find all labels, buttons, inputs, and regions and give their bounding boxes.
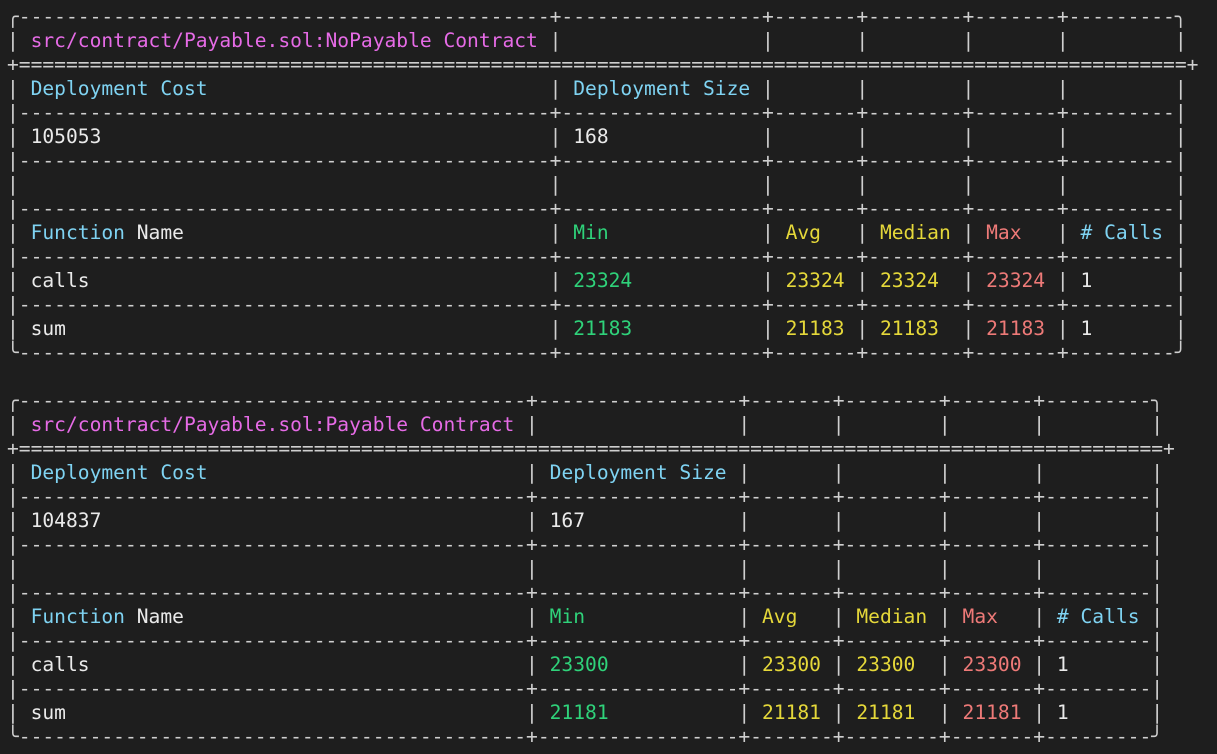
table-1-header-avg: Avg (785, 221, 821, 244)
table-2-header-calls: # Calls (1056, 605, 1140, 628)
table-2-empty-row: | | | | | | | (7, 557, 1164, 580)
calls-value: 1 (1056, 653, 1069, 676)
table-1-title-separator: +=======================================… (7, 53, 1199, 76)
median-value: 21183 (879, 317, 939, 340)
table-1-header-calls: # Calls (1080, 221, 1164, 244)
table-1-deployment-values-row: | 105053 | 168 | | | | | (7, 125, 1187, 148)
table-row: | sum | 21183 | 21183 | 21183 | 21183 | … (7, 317, 1187, 340)
table-2-separator: |---------------------------------------… (7, 533, 1164, 556)
function-name: calls (30, 653, 90, 676)
function-name: sum (30, 701, 66, 724)
table-2-title-row: | src/contract/Payable.sol:Payable Contr… (7, 413, 1164, 436)
max-value: 21181 (962, 701, 1022, 724)
table-1-separator: |---------------------------------------… (7, 197, 1187, 220)
table-1-header-name: Name (136, 221, 184, 244)
min-value: 23324 (573, 269, 633, 292)
min-value: 23300 (549, 653, 609, 676)
calls-value: 1 (1080, 317, 1093, 340)
table-2-deployment-cost-value: 104837 (30, 509, 102, 532)
table-2-header-name: Name (136, 605, 184, 628)
table-1-function-header-row: | Function Name | Min | Avg | Median | M… (7, 221, 1187, 244)
table-1-header-median: Median (879, 221, 951, 244)
avg-value: 23324 (785, 269, 845, 292)
table-1-deployment-cost-value: 105053 (30, 125, 102, 148)
max-value: 23300 (962, 653, 1022, 676)
table-2-title-separator: +=======================================… (7, 437, 1175, 460)
avg-value: 21181 (761, 701, 821, 724)
table-row: | calls | 23324 | 23324 | 23324 | 23324 … (7, 269, 1187, 292)
table-2-header-avg: Avg (762, 605, 798, 628)
table-2-header-median: Median (856, 605, 928, 628)
table-2-bottom-border: ╰---------------------------------------… (7, 725, 1164, 748)
table-1-separator: |---------------------------------------… (7, 245, 1187, 268)
median-value: 23324 (879, 269, 939, 292)
table-1-separator: |---------------------------------------… (7, 293, 1187, 316)
table-1-deployment-size-value: 168 (573, 125, 609, 148)
table-2-deployment-size-value: 167 (549, 509, 586, 532)
table-2-separator: |---------------------------------------… (7, 485, 1164, 508)
table-1-title: src/contract/Payable.sol:NoPayable Contr… (30, 29, 538, 52)
max-value: 23324 (986, 269, 1046, 292)
table-2-function-header-row: | Function Name | Min | Avg | Median | M… (7, 605, 1164, 628)
median-value: 21181 (856, 701, 916, 724)
table-2-header-min: Min (549, 605, 586, 628)
avg-value: 21183 (785, 317, 845, 340)
calls-value: 1 (1080, 269, 1093, 292)
avg-value: 23300 (761, 653, 821, 676)
table-1-top-border: ╭---------------------------------------… (7, 5, 1187, 28)
table-1-header-min: Min (573, 221, 609, 244)
table-1-empty-row: | | | | | | | (7, 173, 1187, 196)
table-row: | calls | 23300 | 23300 | 23300 | 23300 … (7, 653, 1164, 676)
calls-value: 1 (1056, 701, 1069, 724)
table-1-deployment-header-row: | Deployment Cost | Deployment Size | | … (7, 77, 1187, 100)
table-2-separator: |---------------------------------------… (7, 581, 1164, 604)
table-2-deployment-header-row: | Deployment Cost | Deployment Size | | … (7, 461, 1164, 484)
function-name: sum (30, 317, 66, 340)
table-1-separator: |---------------------------------------… (7, 149, 1187, 172)
table-2-deployment-size-label: Deployment Size (549, 461, 727, 484)
max-value: 21183 (986, 317, 1046, 340)
table-2-separator: |---------------------------------------… (7, 677, 1164, 700)
median-value: 23300 (856, 653, 916, 676)
function-name: calls (30, 269, 90, 292)
table-1-header-function: Function (30, 221, 125, 244)
table-row: | sum | 21181 | 21181 | 21181 | 21181 | … (7, 701, 1164, 724)
table-1-title-row: | src/contract/Payable.sol:NoPayable Con… (7, 29, 1187, 52)
min-value: 21181 (549, 701, 609, 724)
table-2-top-border: ╭---------------------------------------… (7, 389, 1164, 412)
table-2-header-function: Function (30, 605, 125, 628)
terminal-output: ╭---------------------------------------… (7, 5, 1198, 749)
table-1-header-max: Max (986, 221, 1022, 244)
table-2-deployment-cost-label: Deployment Cost (30, 461, 208, 484)
min-value: 21183 (573, 317, 633, 340)
table-2-deployment-values-row: | 104837 | 167 | | | | | (7, 509, 1164, 532)
table-2-separator: |---------------------------------------… (7, 629, 1164, 652)
table-2-title: src/contract/Payable.sol:Payable Contrac… (30, 413, 515, 436)
table-1-separator: |---------------------------------------… (7, 101, 1187, 124)
table-1-bottom-border: ╰---------------------------------------… (7, 341, 1187, 364)
table-2-header-max: Max (962, 605, 998, 628)
table-1-deployment-cost-label: Deployment Cost (30, 77, 208, 100)
table-1-deployment-size-label: Deployment Size (573, 77, 751, 100)
